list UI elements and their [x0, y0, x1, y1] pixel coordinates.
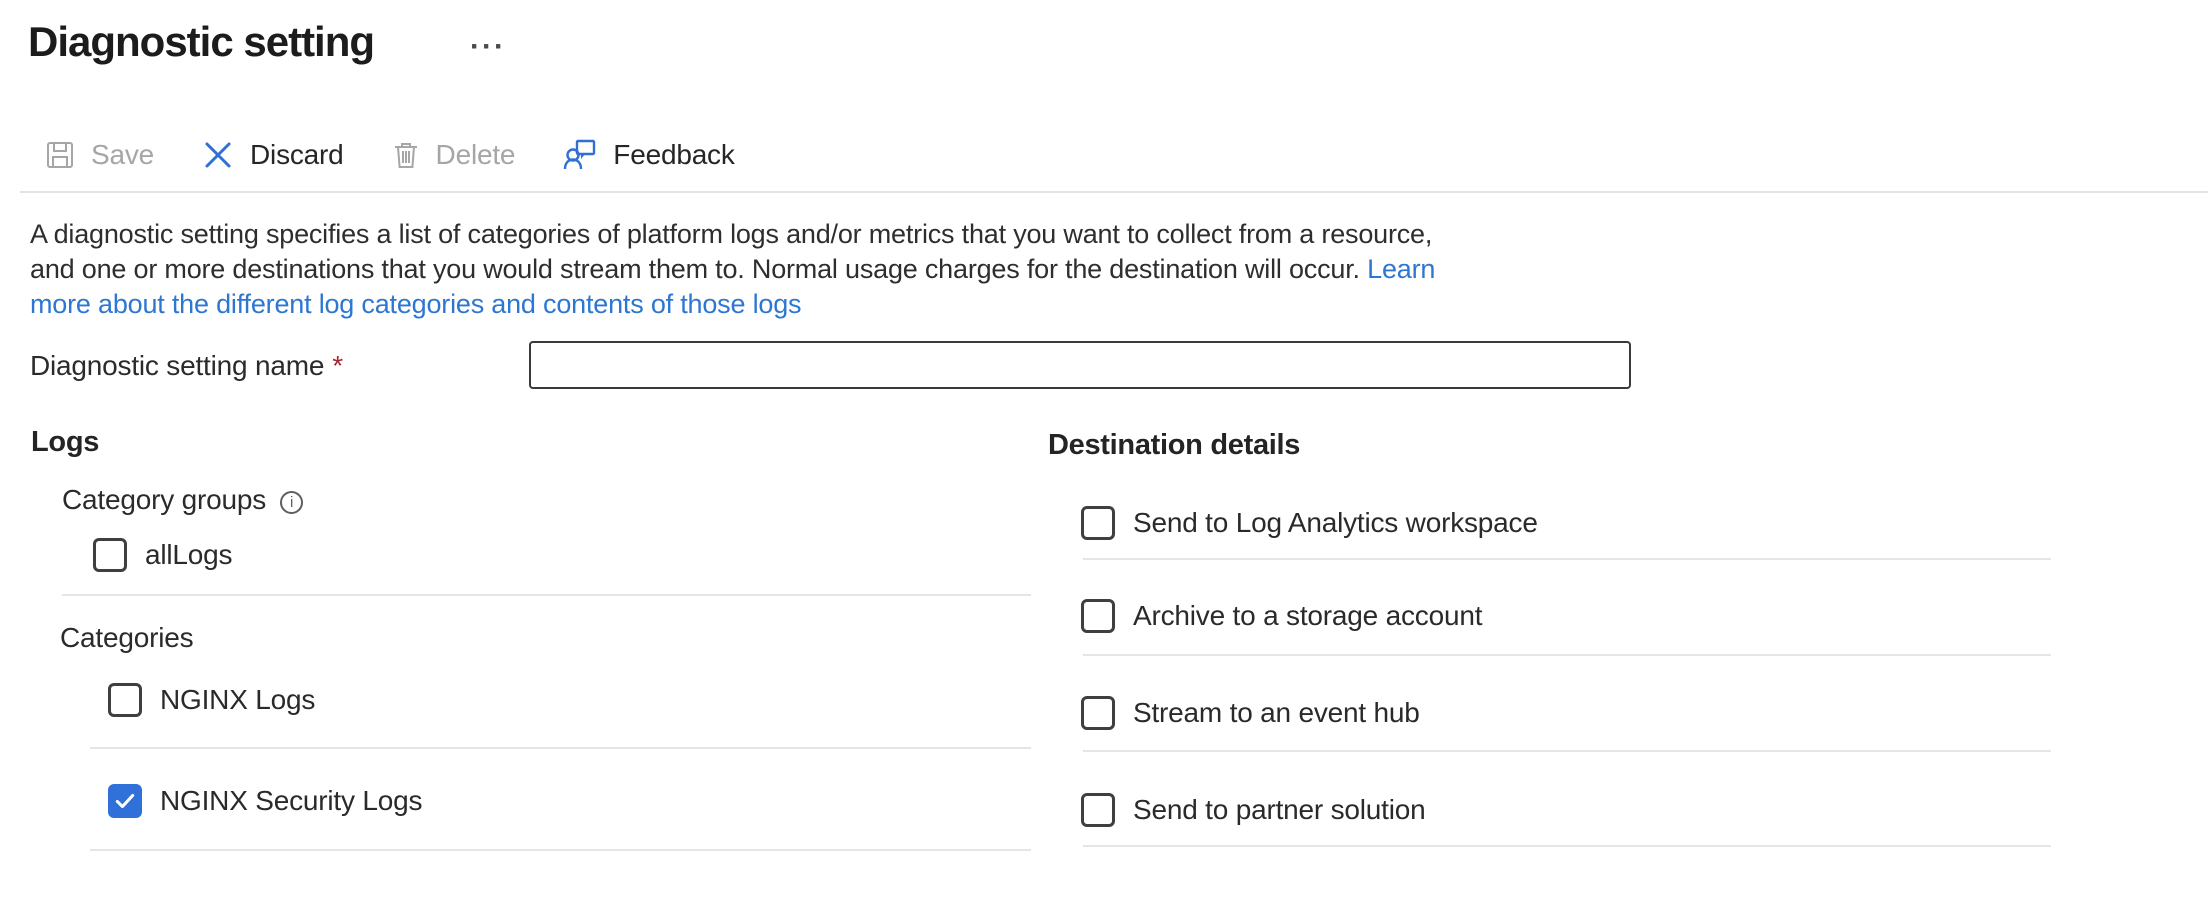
checkbox-row-alllogs[interactable]: allLogs [93, 537, 232, 573]
more-menu-icon[interactable]: ··· [470, 30, 506, 64]
info-icon[interactable]: i [280, 491, 303, 514]
log-analytics-checkbox[interactable] [1081, 506, 1115, 540]
log-analytics-label: Send to Log Analytics workspace [1133, 507, 1538, 539]
divider [1083, 845, 2051, 847]
checkbox-row-event-hub[interactable]: Stream to an event hub [1081, 695, 1420, 731]
save-button-label: Save [91, 139, 154, 171]
diagnostic-setting-name-label: Diagnostic setting name* [30, 350, 343, 382]
storage-account-label: Archive to a storage account [1133, 600, 1482, 632]
divider [1083, 750, 2051, 752]
category-groups-label: Category groupsi [62, 484, 303, 516]
checkbox-row-storage-account[interactable]: Archive to a storage account [1081, 598, 1482, 634]
feedback-button[interactable]: Feedback [563, 138, 734, 172]
delete-button-label: Delete [436, 139, 516, 171]
alllogs-label: allLogs [145, 539, 232, 571]
logs-section-heading: Logs [31, 426, 99, 459]
discard-x-icon [202, 139, 234, 171]
divider [1083, 558, 2051, 560]
feedback-button-label: Feedback [613, 139, 734, 171]
command-bar: Save Discard Delete [45, 138, 735, 172]
partner-solution-checkbox[interactable] [1081, 793, 1115, 827]
checkbox-row-nginx-security-logs[interactable]: NGINX Security Logs [108, 783, 422, 819]
feedback-icon [563, 138, 597, 172]
description-line-3: more about the different log categories … [30, 287, 1435, 322]
storage-account-checkbox[interactable] [1081, 599, 1115, 633]
description-line-2: and one or more destinations that you wo… [30, 252, 1435, 287]
nginx-logs-label: NGINX Logs [160, 684, 315, 716]
checkbox-row-partner-solution[interactable]: Send to partner solution [1081, 792, 1426, 828]
categories-label: Categories [60, 622, 193, 654]
nginx-logs-checkbox[interactable] [108, 683, 142, 717]
event-hub-label: Stream to an event hub [1133, 697, 1420, 729]
required-asterisk: * [332, 350, 343, 381]
save-icon [45, 140, 75, 170]
save-button[interactable]: Save [45, 139, 154, 171]
discard-button-label: Discard [250, 139, 344, 171]
discard-button[interactable]: Discard [202, 139, 344, 171]
divider [90, 849, 1031, 851]
nginx-security-logs-checkbox[interactable] [108, 784, 142, 818]
delete-button[interactable]: Delete [392, 139, 516, 171]
event-hub-checkbox[interactable] [1081, 696, 1115, 730]
nginx-security-logs-label: NGINX Security Logs [160, 785, 422, 817]
description-text: A diagnostic setting specifies a list of… [30, 217, 1435, 322]
divider [90, 747, 1031, 749]
divider [62, 594, 1031, 596]
divider [1083, 654, 2051, 656]
trash-icon [392, 140, 420, 170]
checkbox-row-log-analytics[interactable]: Send to Log Analytics workspace [1081, 505, 1538, 541]
diagnostic-setting-name-input[interactable] [529, 341, 1631, 389]
checkbox-row-nginx-logs[interactable]: NGINX Logs [108, 682, 315, 718]
destination-details-heading: Destination details [1048, 429, 1300, 462]
description-line-1: A diagnostic setting specifies a list of… [30, 217, 1435, 252]
partner-solution-label: Send to partner solution [1133, 794, 1426, 826]
learn-more-link-continued[interactable]: more about the different log categories … [30, 289, 801, 319]
page-title: Diagnostic setting [28, 18, 374, 66]
alllogs-checkbox[interactable] [93, 538, 127, 572]
learn-more-link[interactable]: Learn [1367, 254, 1435, 284]
toolbar-divider [20, 191, 2208, 193]
